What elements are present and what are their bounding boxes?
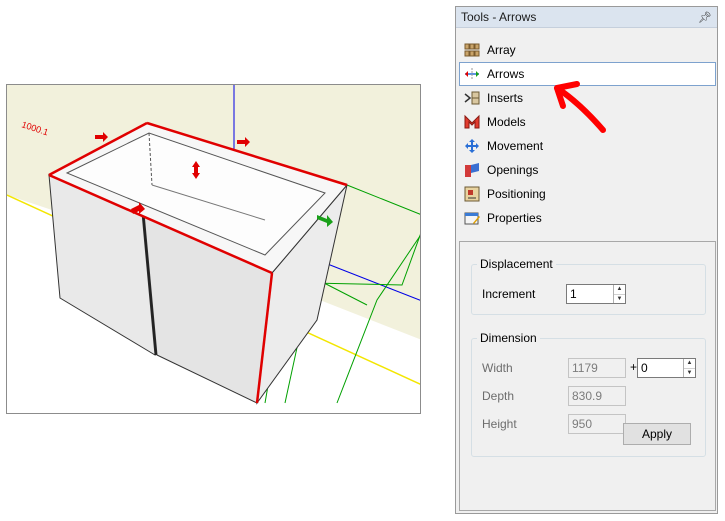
width-offset-down-button[interactable]: ▼ [684,369,695,378]
width-label: Width [482,361,513,375]
inserts-icon [463,89,481,107]
height-field: 950 [568,414,626,434]
arrows-icon [463,65,481,83]
depth-label: Depth [482,389,515,403]
panel-titlebar: Tools - Arrows 📌︎ [456,7,717,28]
increment-up-button[interactable]: ▲ [613,285,625,295]
cabinet-scene: 1000.1 [7,85,420,413]
tool-item-label: Models [487,115,526,129]
increment-input[interactable] [567,285,613,303]
tool-item-array[interactable]: Array [459,38,716,62]
properties-icon [463,209,481,227]
width-offset-up-button[interactable]: ▲ [684,359,695,369]
displacement-legend: Displacement [480,257,553,271]
tool-item-label: Positioning [487,187,546,201]
3d-viewport[interactable]: 1000.1 [6,84,421,414]
movement-icon [463,137,481,155]
properties-area: Displacement Increment ▲▼ Dimension Widt… [459,241,716,511]
height-label: Height [482,417,517,431]
width-offset-input[interactable] [638,359,684,377]
width-offset-spinner[interactable]: ▲▼ [637,358,696,378]
tool-item-label: Movement [487,139,544,153]
plus-sign: + [630,360,638,374]
apply-button[interactable]: Apply [623,423,691,445]
depth-field: 830.9 [568,386,626,406]
increment-spinner[interactable]: ▲▼ [566,284,626,304]
tool-item-label: Openings [487,163,539,177]
tool-item-positioning[interactable]: Positioning [459,182,716,206]
increment-label: Increment [482,287,536,301]
tool-item-label: Arrows [487,67,525,81]
tool-item-label: Properties [487,211,542,225]
panel-title: Tools - Arrows [461,10,537,24]
positioning-icon [463,185,481,203]
tool-item-properties[interactable]: Properties [459,206,716,230]
models-icon [463,113,481,131]
tool-item-label: Array [487,43,516,57]
tool-item-label: Inserts [487,91,524,105]
openings-icon [463,161,481,179]
increment-down-button[interactable]: ▼ [614,295,625,304]
tool-item-openings[interactable]: Openings [459,158,716,182]
annotation-arrow-icon [554,81,606,133]
array-icon [463,41,481,59]
dimension-legend: Dimension [480,331,537,345]
pin-icon[interactable]: 📌︎ [698,11,712,24]
width-field: 1179 [568,358,626,378]
